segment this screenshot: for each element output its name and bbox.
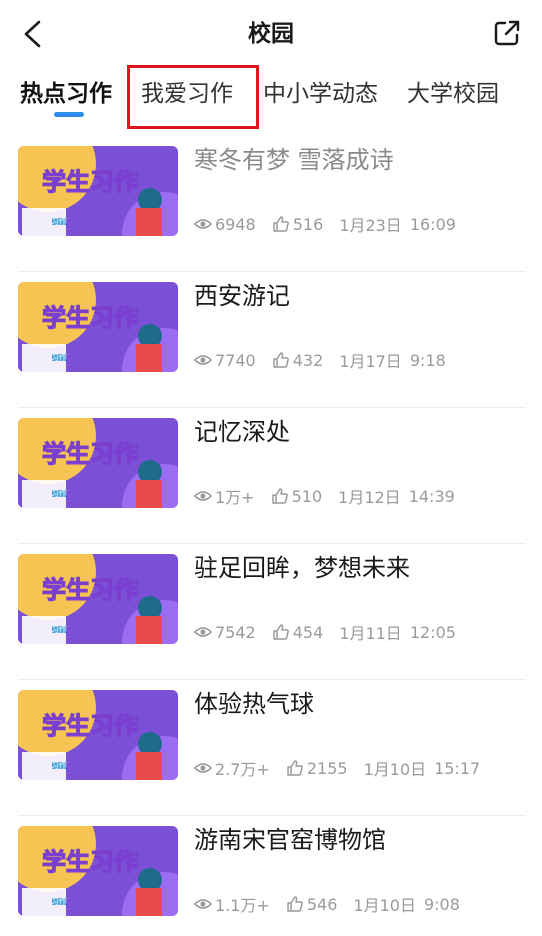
article-title: 寒冬有梦 雪落成诗: [194, 146, 394, 174]
svg-text:习作: 习作: [51, 352, 67, 362]
article-title: 驻足回眸，梦想未来: [194, 554, 410, 582]
article-thumbnail: 学生习作 习作: [18, 282, 178, 372]
publish-time: 14:39: [408, 486, 455, 506]
eye-icon: [194, 215, 212, 233]
page-title: 校园: [248, 21, 294, 47]
article-title: 西安游记: [194, 282, 290, 310]
like-count: 510: [291, 486, 323, 506]
svg-text:学生习作: 学生习作: [42, 304, 138, 332]
article-thumbnail: 学生习作 习作: [18, 418, 178, 508]
article-title: 体验热气球: [194, 690, 314, 718]
article-thumbnail: 学生习作 习作: [18, 554, 178, 644]
like-count: 454: [292, 622, 324, 642]
like-count: 516: [292, 214, 324, 234]
article-thumbnail: 学生习作 习作: [18, 826, 178, 916]
eye-icon: [194, 487, 212, 505]
publish-time: 9:08: [423, 894, 460, 914]
view-count: 1.1万+: [215, 896, 270, 915]
article-meta: 2.7万+ 2155 1月10日 15:17: [194, 756, 480, 780]
publish-time: 15:17: [434, 758, 481, 778]
active-tab-indicator: [54, 112, 84, 117]
eye-icon: [194, 895, 212, 913]
article-meta: 7542 454 1月11日 12:05: [194, 620, 456, 644]
thumbs-up-icon: [272, 215, 290, 233]
article-title: 记忆深处: [194, 418, 290, 446]
article-meta: 6948 516 1月23日 16:09: [194, 212, 456, 236]
view-count: 6948: [215, 214, 256, 234]
publish-date: 1月12日: [338, 488, 401, 507]
publish-date: 1月10日: [363, 760, 427, 779]
svg-text:学生习作: 学生习作: [42, 576, 138, 604]
eye-icon: [194, 351, 212, 369]
article-meta: 1.1万+ 546 1月10日 9:08: [194, 892, 460, 916]
thumbs-up-icon: [286, 895, 304, 913]
publish-date: 1月10日: [353, 896, 416, 915]
publish-date: 1月23日: [339, 216, 402, 235]
highlight-box: [127, 65, 259, 129]
like-count: 546: [306, 894, 338, 914]
eye-icon: [194, 759, 212, 777]
svg-text:习作: 习作: [51, 760, 67, 770]
article-thumbnail: 学生习作 习作: [18, 690, 178, 780]
thumbs-up-icon: [272, 351, 290, 369]
publish-time: 16:09: [409, 214, 456, 234]
publish-time: 12:05: [409, 622, 456, 642]
list-item[interactable]: 学生习作 习作 寒冬有梦 雪落成诗 6948 516 1月23日 16:09: [18, 136, 526, 272]
svg-text:学生习作: 学生习作: [42, 712, 138, 740]
view-count: 1万+: [215, 488, 255, 507]
tab-bar: 热点习作 我爱习作 中小学动态 大学校园: [0, 68, 542, 128]
list-item[interactable]: 学生习作 习作 西安游记 7740 432 1月17日 9:18: [18, 272, 526, 408]
thumbs-up-icon: [286, 759, 304, 777]
list-item[interactable]: 学生习作 习作 驻足回眸，梦想未来 7542 454 1月11日 12:05: [18, 544, 526, 680]
view-count: 2.7万+: [215, 760, 270, 779]
svg-text:习作: 习作: [51, 488, 67, 498]
publish-date: 1月11日: [339, 624, 402, 643]
share-icon: [494, 20, 520, 46]
svg-text:习作: 习作: [51, 624, 67, 634]
thumbs-up-icon: [271, 487, 289, 505]
view-count: 7542: [215, 622, 256, 642]
article-title: 游南宋官窑博物馆: [194, 826, 386, 854]
svg-text:习作: 习作: [51, 896, 67, 906]
svg-text:学生习作: 学生习作: [42, 440, 138, 468]
publish-date: 1月17日: [339, 352, 402, 371]
like-count: 2155: [306, 758, 348, 778]
svg-text:学生习作: 学生习作: [42, 168, 138, 196]
share-button[interactable]: [490, 16, 524, 50]
article-thumbnail: 学生习作 习作: [18, 146, 178, 236]
like-count: 432: [292, 350, 324, 370]
article-meta: 1万+ 510 1月12日 14:39: [194, 484, 455, 508]
svg-text:学生习作: 学生习作: [42, 848, 138, 876]
publish-time: 9:18: [409, 350, 446, 370]
thumbs-up-icon: [272, 623, 290, 641]
view-count: 7740: [215, 350, 256, 370]
list-item[interactable]: 学生习作 习作 体验热气球 2.7万+ 2155 1月10日 15:17: [18, 680, 526, 816]
top-bar: 校园: [0, 0, 542, 68]
list-item[interactable]: 学生习作 习作 游南宋官窑博物馆 1.1万+ 546 1月10日 9:08: [18, 816, 526, 936]
article-meta: 7740 432 1月17日 9:18: [194, 348, 446, 372]
eye-icon: [194, 623, 212, 641]
list-item[interactable]: 学生习作 习作 记忆深处 1万+ 510 1月12日 14:39: [18, 408, 526, 544]
tab-university[interactable]: 大学校园: [407, 68, 499, 120]
tab-school-news[interactable]: 中小学动态: [263, 68, 378, 120]
svg-text:习作: 习作: [51, 216, 67, 226]
